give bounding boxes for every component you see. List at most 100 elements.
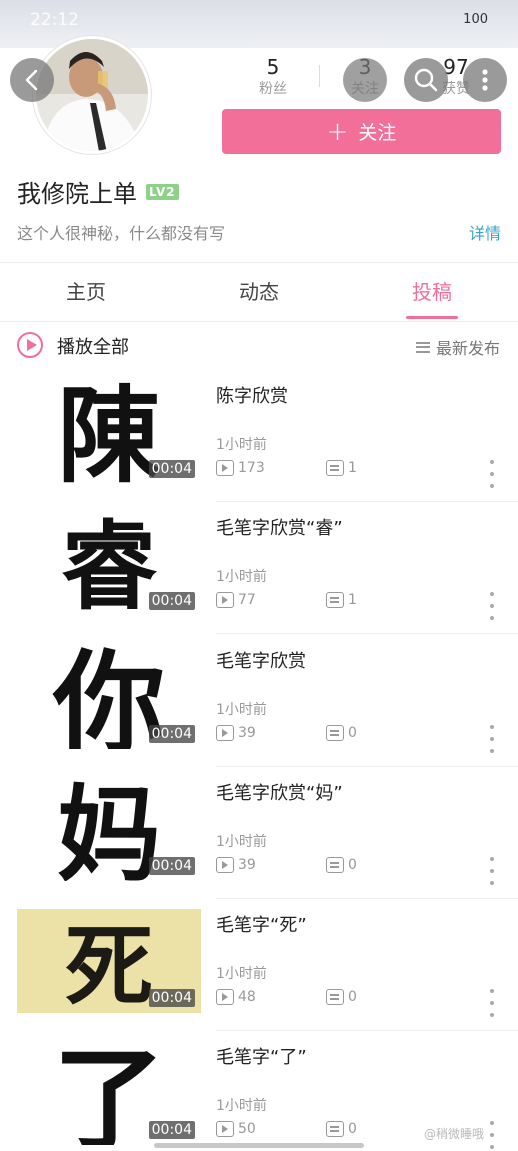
comment-icon [326, 857, 344, 873]
bio-row: 这个人很神秘，什么都没有写 详情 [17, 220, 501, 248]
comment-count: 1 [326, 460, 357, 476]
play-count: 48 [216, 989, 256, 1005]
stat-divider [319, 65, 320, 87]
play-count: 173 [216, 460, 265, 476]
video-title[interactable]: 毛笔字“了” [216, 1043, 307, 1069]
video-duration: 00:04 [148, 460, 195, 478]
video-more-icon[interactable] [486, 989, 498, 1017]
action-overlay [343, 58, 387, 102]
play-count-icon [216, 989, 234, 1005]
video-item[interactable]: 你 00:04 毛笔字欣赏 1小时前 39 0 [0, 635, 518, 767]
video-thumbnail[interactable]: 你 00:04 [17, 645, 201, 749]
more-options-button[interactable] [463, 58, 507, 102]
video-item[interactable]: 陳 00:04 陈字欣赏 1小时前 173 1 [0, 370, 518, 502]
battery-level: 100 [463, 12, 488, 27]
video-thumbnail[interactable]: 陳 00:04 [17, 380, 201, 484]
play-count-icon [216, 1121, 234, 1137]
username-row: 我修院上单 LV2 [17, 174, 179, 209]
video-item[interactable]: 妈 00:04 毛笔字欣赏“妈” 1小时前 39 0 [0, 767, 518, 899]
chevron-left-icon [25, 69, 38, 91]
avatar[interactable] [33, 36, 151, 154]
video-time: 1小时前 [216, 1098, 267, 1114]
fans-label: 粉丝 [259, 81, 287, 97]
search-icon [414, 68, 438, 92]
comment-icon [326, 1121, 344, 1137]
play-count-value: 77 [238, 592, 256, 608]
play-count-value: 39 [238, 857, 256, 873]
video-thumbnail[interactable]: 死 00:04 [17, 909, 201, 1013]
video-time: 1小时前 [216, 966, 267, 982]
sort-label: 最新发布 [435, 339, 500, 358]
video-duration: 00:04 [148, 592, 195, 610]
video-meta: 48 0 [216, 989, 496, 1009]
tab-submissions[interactable]: 投稿 [372, 263, 492, 321]
play-count-icon [216, 857, 234, 873]
active-tab-indicator [406, 316, 458, 319]
level-badge: LV2 [146, 183, 179, 200]
video-title[interactable]: 毛笔字欣赏“睿” [216, 514, 343, 540]
comment-icon [326, 989, 344, 1005]
search-button[interactable] [404, 58, 448, 102]
more-vertical-icon [482, 69, 488, 91]
video-title[interactable]: 毛笔字欣赏 [216, 647, 306, 673]
video-title[interactable]: 毛笔字“死” [216, 911, 307, 937]
video-meta: 77 1 [216, 592, 496, 612]
video-more-icon[interactable] [486, 857, 498, 885]
comment-count: 0 [326, 857, 357, 873]
tab-bar: 主页 动态 投稿 [0, 263, 518, 321]
video-thumbnail[interactable]: 妈 00:04 [17, 777, 201, 881]
sort-button[interactable]: 最新发布 [415, 335, 500, 359]
video-meta: 39 0 [216, 857, 496, 877]
play-count-value: 50 [238, 1121, 256, 1137]
play-count-icon [216, 460, 234, 476]
video-time: 1小时前 [216, 702, 267, 718]
comment-count: 1 [326, 592, 357, 608]
play-count: 50 [216, 1121, 256, 1137]
video-title[interactable]: 陈字欣赏 [216, 382, 288, 408]
back-button[interactable] [10, 58, 54, 102]
video-title[interactable]: 毛笔字欣赏“妈” [216, 779, 343, 805]
home-indicator [154, 1143, 364, 1148]
video-time: 1小时前 [216, 834, 267, 850]
list-icon [415, 341, 430, 353]
watermark: @稍微睡哦 [424, 1127, 485, 1141]
video-meta: 173 1 [216, 460, 496, 480]
play-count-value: 39 [238, 725, 256, 741]
play-count: 39 [216, 857, 256, 873]
video-thumbnail[interactable]: 了 00:04 [17, 1041, 201, 1145]
video-duration: 00:04 [148, 725, 195, 743]
comment-icon [326, 592, 344, 608]
comment-count-value: 0 [348, 857, 357, 873]
tab-dynamics[interactable]: 动态 [199, 263, 319, 321]
comment-count: 0 [326, 1121, 357, 1137]
comment-count-value: 1 [348, 460, 357, 476]
detail-link[interactable]: 详情 [469, 220, 501, 248]
fans-stat[interactable]: 5 粉丝 [238, 55, 308, 99]
follow-button[interactable]: + 关注 [222, 109, 501, 154]
comment-count-value: 0 [348, 1121, 357, 1137]
play-count: 77 [216, 592, 256, 608]
video-more-icon[interactable] [486, 592, 498, 620]
play-count-value: 48 [238, 989, 256, 1005]
plus-icon: + [326, 116, 349, 147]
video-time: 1小时前 [216, 437, 267, 453]
thumbnail-glyph: 陳 [57, 380, 161, 484]
playall-button[interactable]: 播放全部 [57, 333, 129, 359]
video-thumbnail[interactable]: 睿 00:04 [17, 512, 201, 616]
video-more-icon[interactable] [486, 460, 498, 488]
video-duration: 00:04 [148, 1121, 195, 1139]
video-item[interactable]: 死 00:04 毛笔字“死” 1小时前 48 0 [0, 899, 518, 1031]
comment-icon [326, 460, 344, 476]
username: 我修院上单 [17, 180, 137, 208]
video-item[interactable]: 睿 00:04 毛笔字欣赏“睿” 1小时前 77 1 [0, 502, 518, 634]
follow-label: 关注 [358, 122, 397, 144]
video-more-icon[interactable] [486, 725, 498, 753]
row-divider [216, 633, 518, 634]
video-more-icon[interactable] [486, 1121, 498, 1149]
status-bar: 22:12 100 [0, 0, 518, 40]
play-count-value: 173 [238, 460, 265, 476]
play-circle-icon[interactable] [17, 332, 43, 358]
tab-home[interactable]: 主页 [26, 263, 146, 321]
fans-count: 5 [266, 55, 280, 79]
thumbnail-glyph: 睿 [61, 512, 157, 616]
